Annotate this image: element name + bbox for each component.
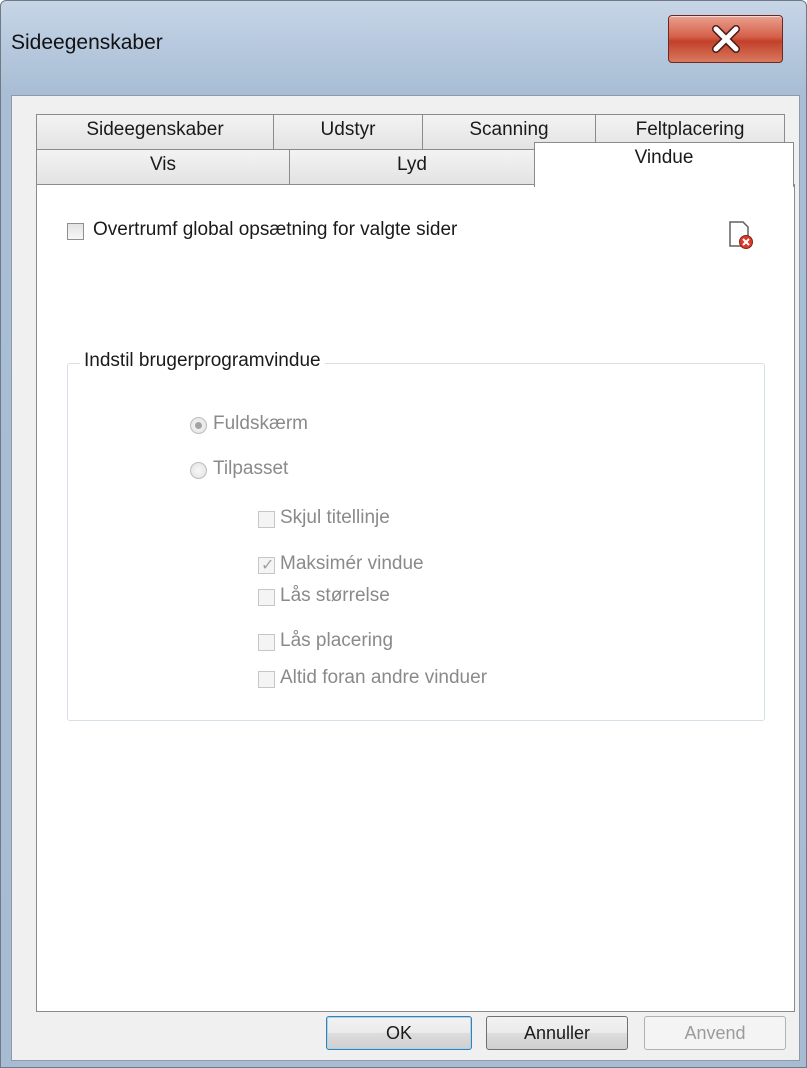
checkbox-lock-position[interactable] — [258, 634, 275, 651]
dialog-window: Sideegenskaber Sideegenskaber Udstyr Sca… — [0, 0, 807, 1068]
checkbox-lock-size[interactable] — [258, 589, 275, 606]
checkmark-icon: ✓ — [261, 557, 275, 574]
checkbox-always-on-top-label[interactable]: Altid foran andre vinduer — [280, 667, 487, 689]
radio-fullscreen-label[interactable]: Fuldskærm — [213, 413, 308, 435]
tab-panel-vindue: Overtrumf global opsætning for valgte si… — [36, 184, 795, 1012]
checkbox-maximize-window-label[interactable]: Maksimér vindue — [280, 553, 424, 575]
title-bar[interactable]: Sideegenskaber — [1, 1, 806, 96]
radio-custom[interactable] — [190, 462, 207, 479]
tab-udstyr[interactable]: Udstyr — [273, 114, 423, 149]
close-button[interactable] — [668, 15, 783, 63]
checkbox-maximize-window[interactable]: ✓ — [258, 557, 275, 574]
apply-button[interactable]: Anvend — [644, 1016, 786, 1050]
group-legend: Indstil brugerprogramvindue — [80, 350, 325, 372]
ok-button[interactable]: OK — [326, 1016, 472, 1050]
close-icon — [711, 25, 740, 53]
override-global-checkbox[interactable] — [67, 223, 84, 240]
window-title: Sideegenskaber — [11, 31, 163, 54]
document-delete-icon[interactable] — [727, 220, 753, 250]
tab-sideegenskaber[interactable]: Sideegenskaber — [36, 114, 274, 149]
cancel-button[interactable]: Annuller — [486, 1016, 628, 1050]
checkbox-lock-size-label[interactable]: Lås størrelse — [280, 585, 390, 607]
checkbox-hide-titlebar[interactable] — [258, 511, 275, 528]
tab-lyd[interactable]: Lyd — [289, 149, 535, 184]
window-settings-group: Indstil brugerprogramvindue Fuldskærm Ti… — [67, 350, 765, 721]
radio-fullscreen[interactable] — [190, 417, 207, 434]
tab-vis[interactable]: Vis — [36, 149, 290, 184]
checkbox-lock-position-label[interactable]: Lås placering — [280, 630, 393, 652]
override-global-label[interactable]: Overtrumf global opsætning for valgte si… — [93, 219, 457, 241]
tab-vindue[interactable]: Vindue — [534, 142, 794, 187]
checkbox-hide-titlebar-label[interactable]: Skjul titellinje — [280, 507, 390, 529]
checkbox-always-on-top[interactable] — [258, 671, 275, 688]
dialog-client-area: Sideegenskaber Udstyr Scanning Feltplace… — [11, 95, 800, 1061]
radio-custom-label[interactable]: Tilpasset — [213, 458, 288, 480]
